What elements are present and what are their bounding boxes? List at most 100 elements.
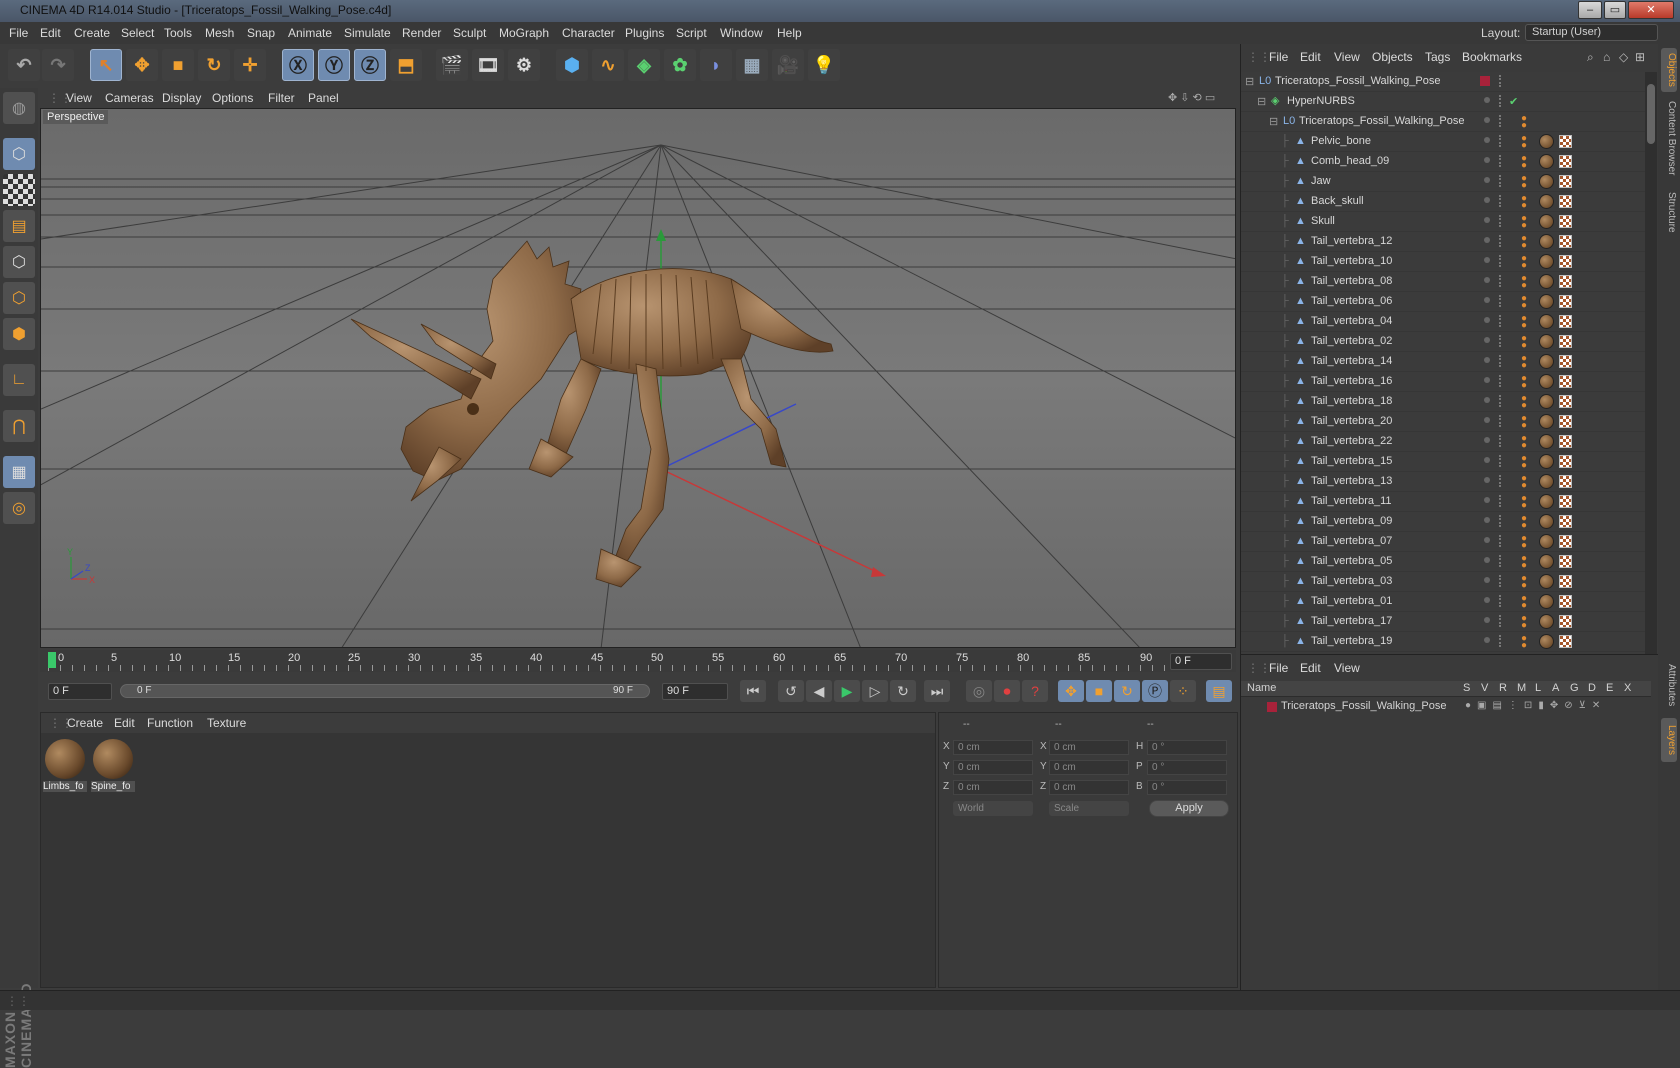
visibility-dot[interactable]	[1484, 597, 1490, 603]
workplane-lock-icon[interactable]: ◎	[3, 492, 35, 524]
obj-menu-view[interactable]: View	[1334, 50, 1360, 64]
scale-select[interactable]: Scale	[1049, 801, 1129, 816]
visibility-dots[interactable]	[1499, 395, 1503, 407]
tree-row-bone[interactable]: ├ ▲ Tail_vertebra_14 ● ●	[1241, 352, 1645, 372]
position-z-field[interactable]: 0 cm	[953, 780, 1033, 795]
end-frame-field[interactable]: 90 F	[662, 683, 728, 700]
playhead[interactable]	[48, 652, 56, 668]
x-axis-icon[interactable]: Ⓧ	[282, 49, 314, 81]
visibility-dots[interactable]	[1499, 75, 1503, 87]
polygons-mode-icon[interactable]: ⬢	[3, 318, 35, 350]
uvw-tag-icon[interactable]	[1559, 455, 1572, 468]
visibility-dot[interactable]	[1484, 377, 1490, 383]
key-scale-icon[interactable]: ■	[1086, 680, 1112, 702]
redo-icon[interactable]: ↷	[42, 49, 74, 81]
step-forward-icon[interactable]: ▷	[862, 680, 888, 702]
visibility-dot[interactable]	[1484, 457, 1490, 463]
material-tag-icon[interactable]	[1539, 314, 1554, 329]
object-scrollbar[interactable]	[1645, 72, 1657, 654]
tree-row-bone[interactable]: ├ ▲ Tail_vertebra_13 ● ●	[1241, 472, 1645, 492]
uvw-tag-icon[interactable]	[1559, 215, 1572, 228]
tree-row-bone[interactable]: ├ ▲ Tail_vertebra_11 ● ●	[1241, 492, 1645, 512]
visibility-dots[interactable]	[1499, 195, 1503, 207]
visibility-dot[interactable]	[1484, 157, 1490, 163]
render-view-icon[interactable]: 🎬	[436, 49, 468, 81]
visibility-dots[interactable]	[1499, 515, 1503, 527]
maximize-button[interactable]: ▭	[1604, 1, 1626, 19]
texture-mode-icon[interactable]	[3, 174, 35, 206]
tree-row-bone[interactable]: ├ ▲ Tail_vertebra_18 ● ●	[1241, 392, 1645, 412]
vertex-map-tag-icon[interactable]: ● ●	[1521, 434, 1535, 451]
material-tag-icon[interactable]	[1539, 514, 1554, 529]
make-editable-icon[interactable]: ◍	[3, 92, 35, 124]
visibility-dot[interactable]	[1484, 537, 1490, 543]
uvw-tag-icon[interactable]	[1559, 495, 1572, 508]
tree-row-bone[interactable]: ├ ▲ Tail_vertebra_12 ● ●	[1241, 232, 1645, 252]
vertex-map-tag-icon[interactable]: ● ●	[1521, 134, 1535, 151]
vertex-map-tag-icon[interactable]: ● ●	[1521, 494, 1535, 511]
menu-mesh[interactable]: Mesh	[205, 26, 234, 40]
visibility-dot[interactable]	[1484, 617, 1490, 623]
uvw-tag-icon[interactable]	[1559, 595, 1572, 608]
help-key-icon[interactable]: ?	[1022, 680, 1048, 702]
vertex-map-tag-icon[interactable]: ● ●	[1521, 594, 1535, 611]
collapse-icon[interactable]: ⊟	[1257, 95, 1266, 108]
menu-simulate[interactable]: Simulate	[344, 26, 391, 40]
vertex-map-tag-icon[interactable]: ● ●	[1521, 274, 1535, 291]
vertex-map-tag-icon[interactable]: ● ●	[1521, 634, 1535, 651]
tree-row-bone[interactable]: ├ ▲ Tail_vertebra_17 ● ●	[1241, 612, 1645, 632]
material-tag-icon[interactable]	[1539, 574, 1554, 589]
viewport-nav-icons[interactable]: ✥ ⇩ ⟲ ▭	[1168, 91, 1215, 104]
tree-row-bone[interactable]: ├ ▲ Tail_vertebra_07 ● ●	[1241, 532, 1645, 552]
uvw-tag-icon[interactable]	[1559, 175, 1572, 188]
axis-mode-icon[interactable]: ∟	[3, 364, 35, 396]
visibility-dots[interactable]	[1499, 415, 1503, 427]
tree-row-root[interactable]: ⊟ L0 Triceratops_Fossil_Walking_Pose	[1241, 72, 1645, 92]
home-icon[interactable]: ⌂	[1603, 50, 1610, 64]
tree-row-bone[interactable]: ├ ▲ Tail_vertebra_01 ● ●	[1241, 592, 1645, 612]
visibility-dot[interactable]	[1484, 577, 1490, 583]
uvw-tag-icon[interactable]	[1559, 295, 1572, 308]
vertex-map-tag-icon[interactable]: ● ●	[1521, 514, 1535, 531]
play-icon[interactable]: ▶	[834, 680, 860, 702]
material-tag-icon[interactable]	[1539, 474, 1554, 489]
material-tag-icon[interactable]	[1539, 414, 1554, 429]
tree-row-bone[interactable]: ├ ▲ Tail_vertebra_04 ● ●	[1241, 312, 1645, 332]
material-tag-icon[interactable]	[1539, 594, 1554, 609]
visibility-dots[interactable]	[1499, 475, 1503, 487]
material-tag-icon[interactable]	[1539, 634, 1554, 649]
material-swatch[interactable]: Spine_fo	[91, 737, 135, 795]
visibility-dot[interactable]	[1484, 357, 1490, 363]
visibility-dots[interactable]	[1499, 635, 1503, 647]
tree-row-bone[interactable]: ├ ▲ Tail_vertebra_19 ● ●	[1241, 632, 1645, 652]
menu-window[interactable]: Window	[720, 26, 763, 40]
camera-icon[interactable]: 🎥	[772, 49, 804, 81]
visibility-dots[interactable]	[1499, 555, 1503, 567]
deformer-icon[interactable]: ◗	[700, 49, 732, 81]
visibility-dot[interactable]	[1484, 117, 1490, 123]
vp-menu-view[interactable]: View	[66, 91, 92, 105]
visibility-dot[interactable]	[1484, 237, 1490, 243]
visibility-dots[interactable]	[1499, 275, 1503, 287]
vertex-map-tag-icon[interactable]: ● ●	[1521, 454, 1535, 471]
visibility-dot[interactable]	[1484, 277, 1490, 283]
visibility-dot[interactable]	[1484, 517, 1490, 523]
visibility-dots[interactable]	[1499, 435, 1503, 447]
visibility-dot[interactable]	[1484, 337, 1490, 343]
current-frame-field[interactable]: 0 F	[1170, 653, 1232, 670]
points-mode-icon[interactable]: ⬡	[3, 246, 35, 278]
vertex-map-tag-icon[interactable]: ● ●	[1521, 114, 1535, 131]
position-x-field[interactable]: 0 cm	[953, 740, 1033, 755]
uvw-tag-icon[interactable]	[1559, 555, 1572, 568]
size-z-field[interactable]: 0 cm	[1049, 780, 1129, 795]
tree-row-bone[interactable]: ├ ▲ Tail_vertebra_03 ● ●	[1241, 572, 1645, 592]
tab-attributes[interactable]: Attributes	[1661, 656, 1677, 714]
key-param-icon[interactable]: Ⓟ	[1142, 680, 1168, 702]
uvw-tag-icon[interactable]	[1559, 375, 1572, 388]
visibility-dot[interactable]	[1484, 437, 1490, 443]
tree-row-bone[interactable]: ├ ▲ Tail_vertebra_22 ● ●	[1241, 432, 1645, 452]
layer-menu-edit[interactable]: Edit	[1300, 661, 1321, 675]
obj-menu-bookmarks[interactable]: Bookmarks	[1462, 50, 1522, 64]
material-tag-icon[interactable]	[1539, 194, 1554, 209]
snap-icon[interactable]: ▦	[3, 456, 35, 488]
